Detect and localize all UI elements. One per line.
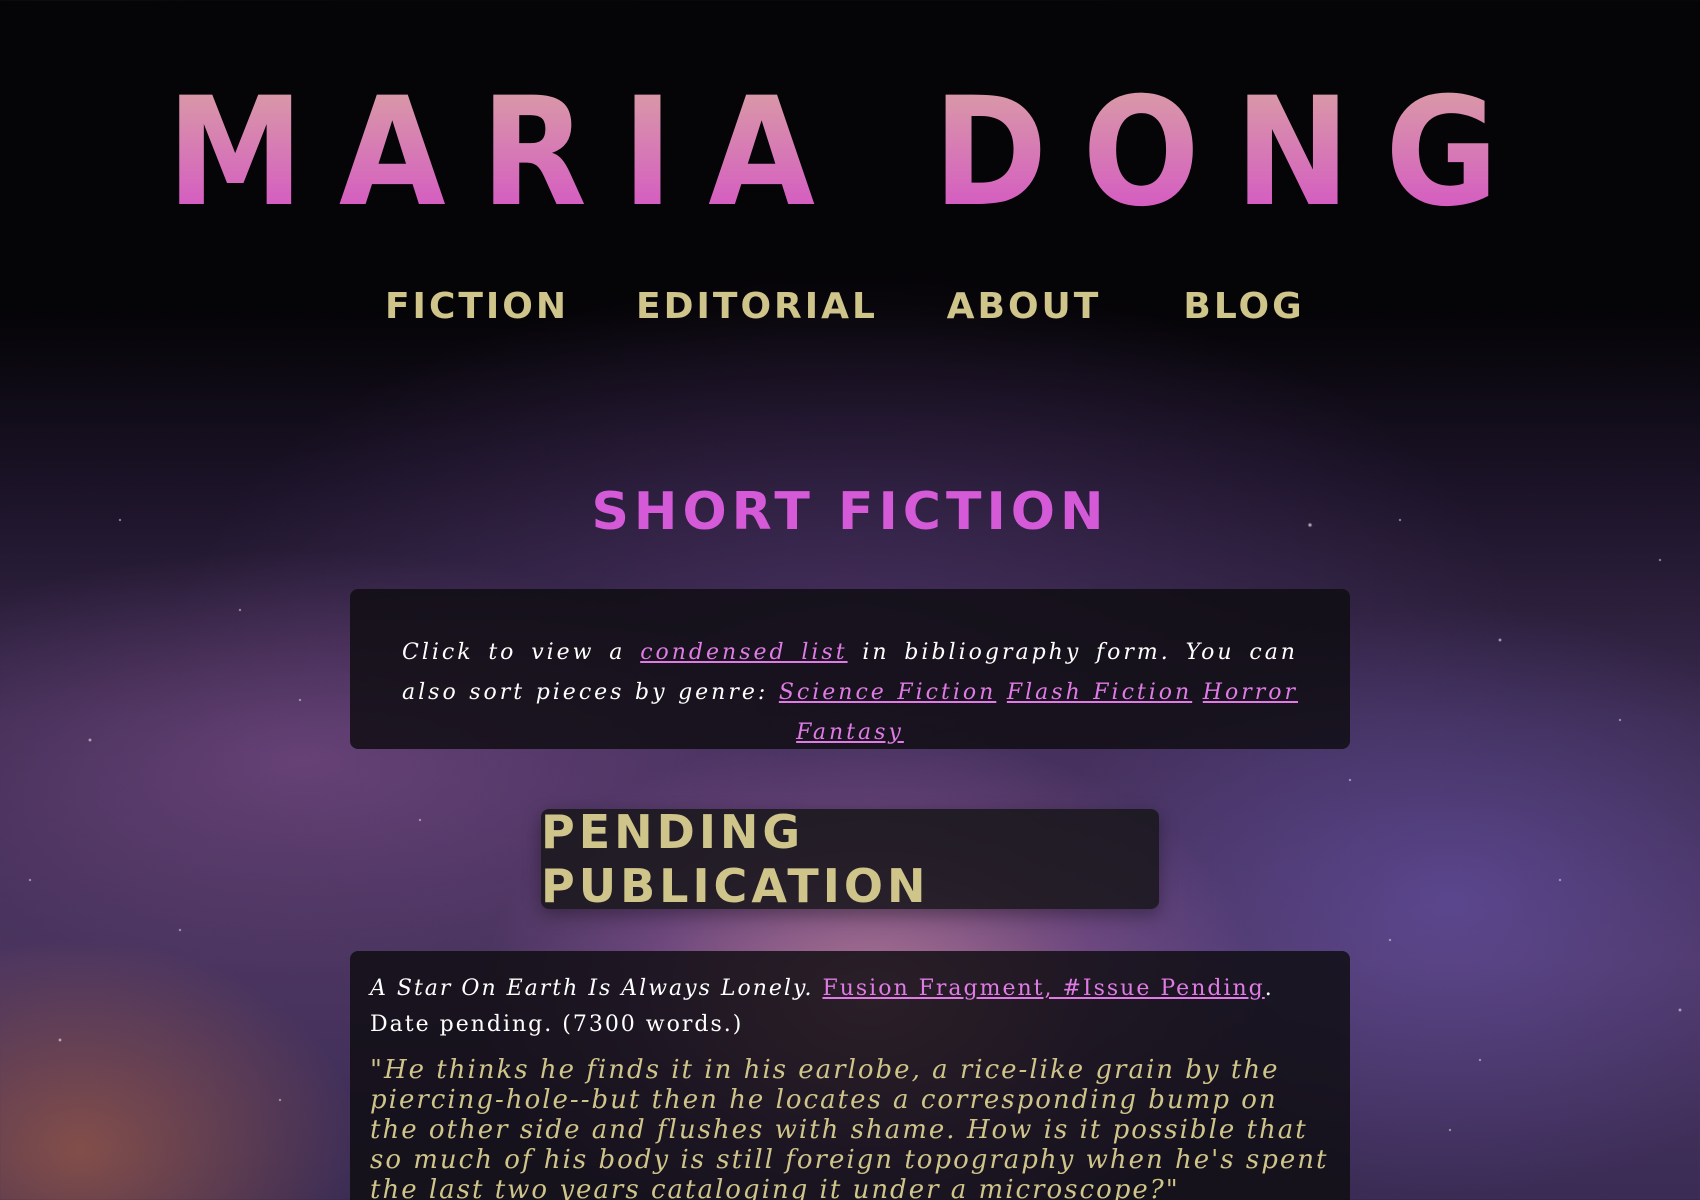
pending-heading: PENDING PUBLICATION (541, 805, 930, 913)
nav-item-fiction[interactable]: FICTION (385, 286, 569, 327)
genre-link-fantasy[interactable]: Fantasy (796, 720, 904, 745)
story-excerpt: "He thinks he finds it in his earlobe, a… (370, 1055, 1329, 1200)
nav-item-editorial[interactable]: EDITORIAL (636, 286, 878, 327)
main-nav: FICTION EDITORIAL ABOUT BLOG (0, 286, 1700, 336)
entry-citation: A Star On Earth Is Always Lonely. Fusion… (370, 971, 1330, 1043)
genre-link-science-fiction[interactable]: Science Fiction (779, 680, 996, 705)
condensed-list-link[interactable]: condensed list (640, 640, 847, 665)
venue-link[interactable]: Fusion Fragment, #Issue Pending (822, 976, 1264, 1001)
pending-publication-banner: PENDING PUBLICATION (541, 805, 1159, 913)
nav-item-blog[interactable]: BLOG (1183, 286, 1304, 327)
page-title: SHORT FICTION (591, 482, 1109, 542)
genre-link-horror[interactable]: Horror (1203, 680, 1298, 705)
nav-item-about[interactable]: ABOUT (947, 286, 1102, 327)
site-title[interactable]: MARIA DONG (68, 78, 1632, 228)
intro-panel: Click to view a condensed list in biblio… (350, 589, 1350, 749)
story-entry: A Star On Earth Is Always Lonely. Fusion… (350, 951, 1350, 1200)
story-title: A Star On Earth Is Always Lonely. (370, 976, 814, 1001)
genre-link-flash-fiction[interactable]: Flash Fiction (1007, 680, 1192, 705)
intro-text-before: Click to view a (402, 640, 641, 665)
